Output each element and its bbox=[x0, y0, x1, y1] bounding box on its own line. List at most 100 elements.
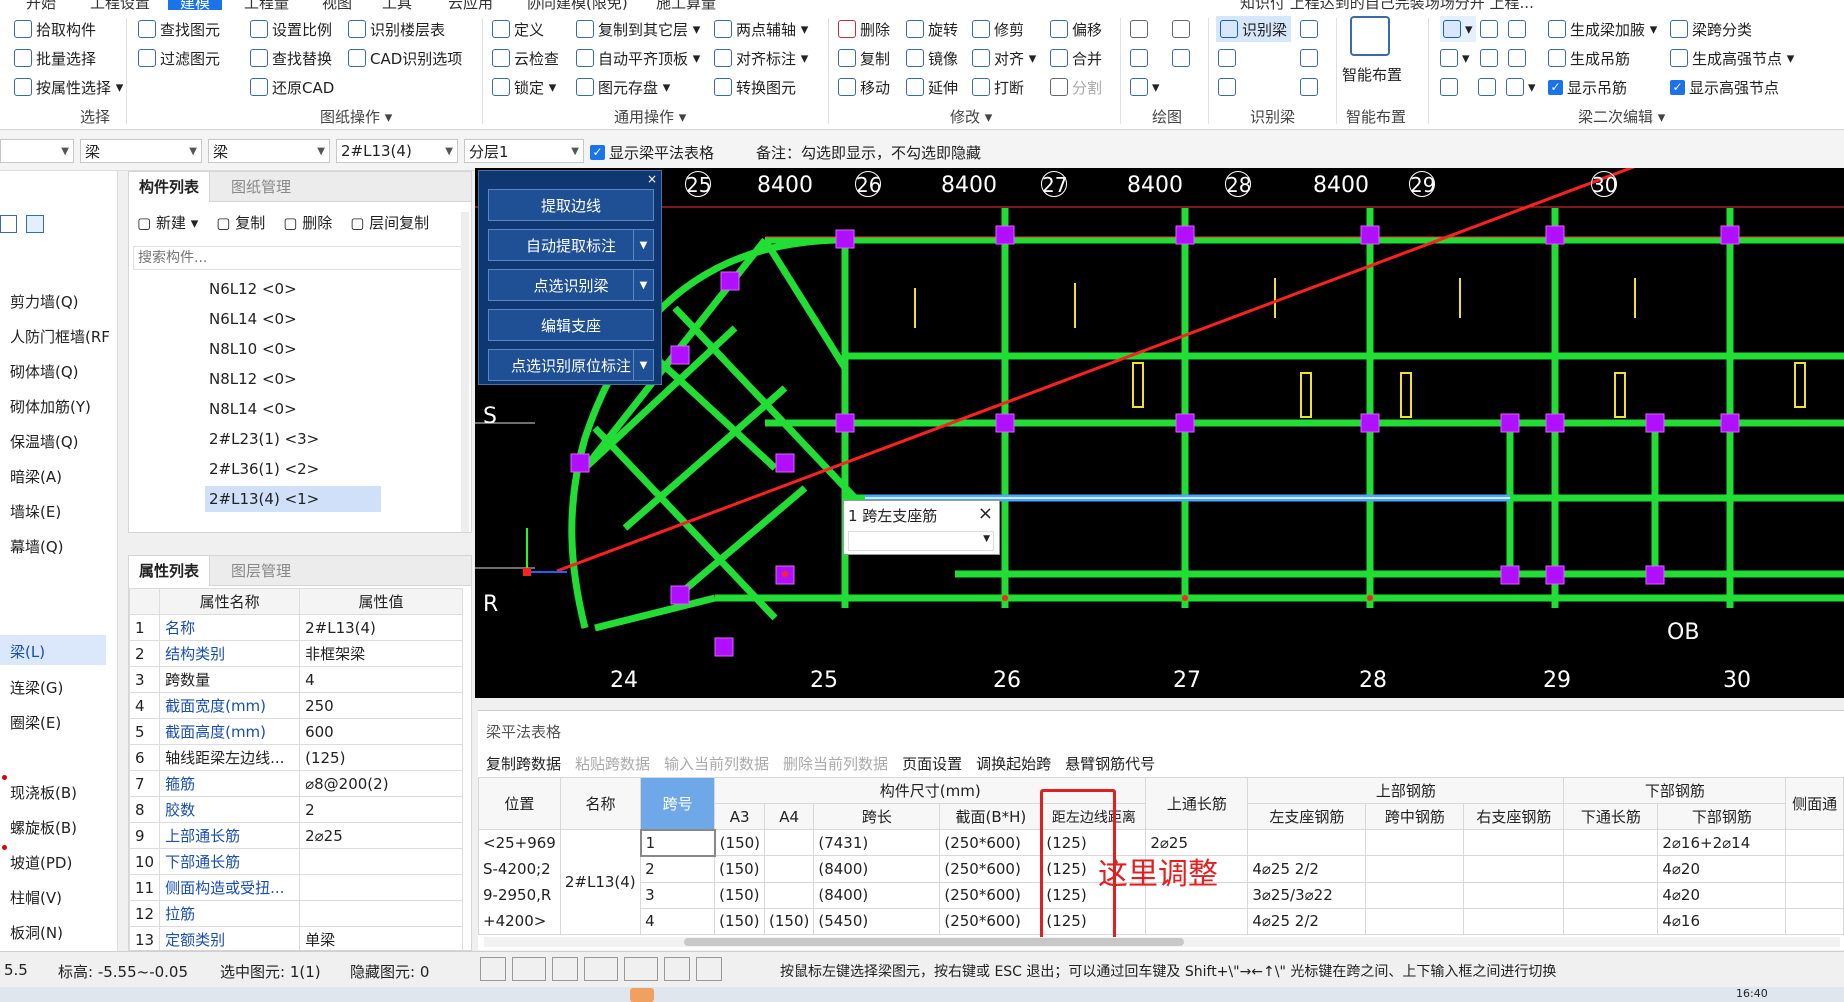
nav-coupling-beam[interactable]: 连梁(G) bbox=[10, 677, 63, 698]
component-search-input[interactable] bbox=[133, 246, 465, 270]
smart-layout-button[interactable]: 智能布置 bbox=[1342, 64, 1402, 85]
table-row[interactable]: 6 轴线距梁左边线... (125) bbox=[128, 744, 463, 771]
arc-tool-icon[interactable] bbox=[696, 957, 722, 981]
rotate-button[interactable]: 旋转 bbox=[906, 16, 958, 42]
list-item-selected[interactable]: 2#L13(4) <1> bbox=[209, 490, 319, 508]
filter-element-button[interactable]: 过滤图元 bbox=[138, 45, 220, 71]
table-row[interactable]: 8 胶数 2 bbox=[128, 796, 463, 823]
save-element-button[interactable]: 图元存盘 ▾ bbox=[576, 74, 670, 100]
extend-button[interactable]: 延伸 bbox=[906, 74, 958, 100]
swap-start-span-button[interactable]: 调换起始跨 bbox=[976, 753, 1051, 774]
list-scrollbar[interactable] bbox=[461, 212, 469, 532]
list-item[interactable]: 2#L23(1) <3> bbox=[209, 430, 319, 448]
convert-element-button[interactable]: 转换图元 bbox=[714, 74, 796, 100]
draw-rect-button[interactable] bbox=[1172, 45, 1194, 71]
dropdown-arrow-icon[interactable]: ▼ bbox=[633, 230, 653, 260]
dropdown-arrow-icon[interactable]: ▼ bbox=[633, 270, 653, 300]
popup-input[interactable]: ▼ bbox=[848, 531, 994, 551]
recognize-beam-button[interactable]: 识别梁 bbox=[1216, 16, 1292, 42]
tree-view-icon[interactable] bbox=[26, 215, 44, 233]
beam-tool-g-button[interactable] bbox=[1440, 74, 1462, 100]
ortho-icon[interactable] bbox=[480, 957, 506, 981]
show-hs-node-checkbox[interactable]: ✓ 显示高强节点 bbox=[1670, 74, 1779, 100]
beam-tool-selected-button[interactable]: ▾ bbox=[1440, 16, 1476, 42]
taskbar-app-icon[interactable] bbox=[630, 988, 654, 1002]
cloud-check-button[interactable]: 云检查 bbox=[492, 45, 559, 71]
tab-layer-mgmt[interactable]: 图层管理 bbox=[221, 556, 301, 586]
page-setup-button[interactable]: 页面设置 bbox=[902, 753, 962, 774]
recognize-extra-button[interactable] bbox=[1300, 16, 1322, 42]
table-row[interactable]: 2 结构类别 非框架梁 bbox=[128, 640, 463, 667]
menu-tools[interactable]: 工具 bbox=[382, 0, 412, 10]
draw-arc-point-button[interactable] bbox=[1172, 16, 1194, 42]
offset-button[interactable]: 偏移 bbox=[1050, 16, 1102, 42]
delete-column-button[interactable]: 删除当前列数据 bbox=[783, 753, 888, 774]
close-icon[interactable]: × bbox=[978, 503, 993, 524]
define-button[interactable]: 定义 bbox=[492, 16, 544, 42]
move-button[interactable]: 移动 bbox=[838, 74, 890, 100]
combo-component[interactable]: 2#L13(4) ▼ bbox=[336, 139, 458, 163]
delete-button[interactable]: 删除 bbox=[838, 16, 890, 42]
two-point-axis-button[interactable]: 两点辅轴 ▾ bbox=[714, 16, 808, 42]
tab-component-list[interactable]: 构件列表 bbox=[129, 172, 211, 202]
list-item[interactable]: N8L12 <0> bbox=[209, 370, 297, 388]
beam-tool-h-button[interactable] bbox=[1478, 74, 1500, 100]
beam-tool-c-button[interactable] bbox=[1508, 16, 1530, 42]
draw-arc-button[interactable]: ▾ bbox=[1130, 74, 1160, 100]
angle-icon[interactable] bbox=[584, 957, 618, 981]
recognize-tool-3-button[interactable] bbox=[1300, 45, 1322, 71]
tab-property-list[interactable]: 属性列表 bbox=[129, 556, 211, 586]
point-recognize-inplace-button[interactable]: 点选识别原位标注 ▼ bbox=[488, 349, 654, 381]
recognize-tool-4-button[interactable] bbox=[1218, 74, 1240, 100]
combo-subtype[interactable]: 梁 ▼ bbox=[208, 139, 330, 163]
beam-tool-e-button[interactable] bbox=[1480, 45, 1502, 71]
nav-shear-wall[interactable]: 剪力墙(Q) bbox=[10, 291, 79, 312]
menu-view[interactable]: 视图 bbox=[322, 0, 352, 10]
menu-modeling[interactable]: 建模 bbox=[168, 0, 223, 10]
cross-icon[interactable] bbox=[552, 957, 578, 981]
menu-cloud[interactable]: 云应用 bbox=[448, 0, 493, 10]
nav-insulation-wall[interactable]: 保温墙(Q) bbox=[10, 431, 79, 452]
floor-copy-button[interactable]: ▢ 层间复制 bbox=[350, 212, 429, 233]
gen-haunch-button[interactable]: 生成梁加腋 ▾ bbox=[1548, 16, 1657, 42]
draw-line-button[interactable] bbox=[1130, 45, 1152, 71]
nav-cast-slab[interactable]: 现浇板(B) bbox=[10, 782, 77, 803]
extract-edge-button[interactable]: 提取边线 bbox=[488, 189, 654, 221]
nav-ramp[interactable]: 坡道(PD) bbox=[10, 852, 72, 873]
nav-masonry-wall[interactable]: 砌体墙(Q) bbox=[10, 361, 79, 382]
nav-column-cap[interactable]: 柱帽(V) bbox=[10, 887, 62, 908]
list-item[interactable]: N6L14 <0> bbox=[209, 310, 297, 328]
delete-comp-button[interactable]: ▢ 删除 bbox=[283, 212, 332, 233]
gen-hs-node-button[interactable]: 生成高强节点 ▾ bbox=[1670, 45, 1794, 71]
menu-project-settings[interactable]: 工程设置 bbox=[90, 0, 150, 10]
gen-hanger-button[interactable]: 生成吊筋 bbox=[1548, 45, 1630, 71]
align-button[interactable]: 对齐 ▾ bbox=[972, 45, 1036, 71]
close-icon[interactable]: × bbox=[647, 172, 657, 186]
beam-tool-f-button[interactable] bbox=[1508, 45, 1530, 71]
lock-button[interactable]: 锁定 ▾ bbox=[492, 74, 556, 100]
align-dim-button[interactable]: 对齐标注 ▾ bbox=[714, 45, 808, 71]
cad-options-button[interactable]: CAD识别选项 bbox=[348, 45, 462, 71]
nav-slab-hole[interactable]: 板洞(N) bbox=[10, 922, 63, 943]
nav-beam[interactable]: 梁(L) bbox=[10, 641, 45, 662]
input-column-button[interactable]: 输入当前列数据 bbox=[664, 753, 769, 774]
show-hanger-checkbox[interactable]: ✓ 显示吊筋 bbox=[1548, 74, 1627, 100]
menu-construction[interactable]: 施工算量 bbox=[656, 0, 716, 10]
table-row[interactable]: 3 跨数量 4 bbox=[128, 666, 463, 693]
list-item[interactable]: N8L14 <0> bbox=[209, 400, 297, 418]
snap-icon[interactable] bbox=[624, 957, 658, 981]
menu-quantity[interactable]: 工程量 bbox=[244, 0, 289, 10]
nav-ring-beam[interactable]: 圈梁(E) bbox=[10, 712, 61, 733]
table-row[interactable]: 4 截面宽度(mm) 250 bbox=[128, 692, 463, 719]
col-span[interactable]: 跨号 bbox=[640, 777, 716, 830]
table-row[interactable]: 5 截面高度(mm) 600 bbox=[128, 718, 463, 745]
grid-scrollbar[interactable] bbox=[484, 937, 1840, 947]
recognize-tool-5-button[interactable] bbox=[1300, 74, 1322, 100]
tab-drawing-mgmt[interactable]: 图纸管理 bbox=[221, 172, 301, 202]
span-classify-button[interactable]: 梁跨分类 bbox=[1670, 16, 1752, 42]
table-row[interactable]: 10 下部通长筋 bbox=[128, 848, 463, 875]
copy-button[interactable]: 复制 bbox=[838, 45, 890, 71]
table-row[interactable]: 4 (150) (150) (5450) (250*600) (125) 4⌀25 … bbox=[479, 907, 1844, 936]
table-row[interactable]: 9 上部通长筋 2⌀25 bbox=[128, 822, 463, 849]
beam-tool-b-button[interactable] bbox=[1480, 16, 1502, 42]
